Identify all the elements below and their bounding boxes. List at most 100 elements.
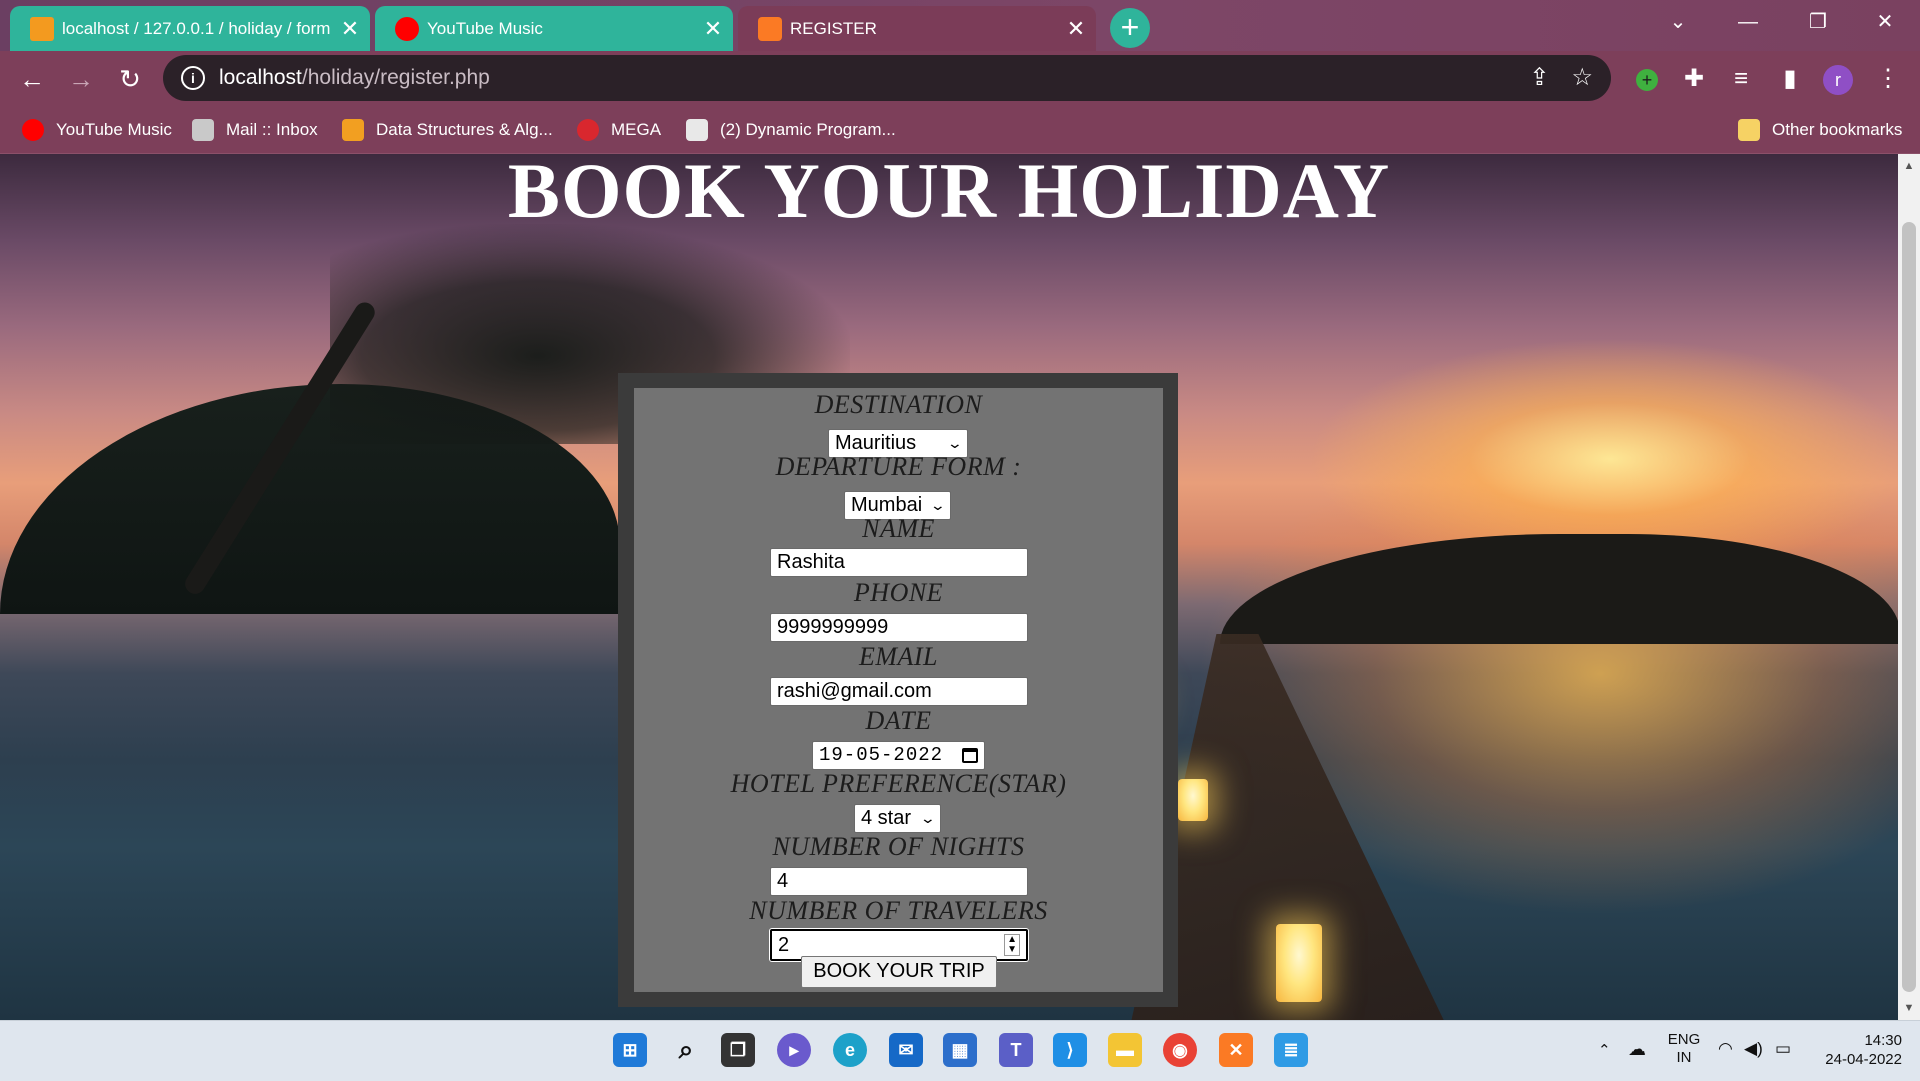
bookmark-mail-inbox[interactable]: Mail :: Inbox [192, 117, 318, 143]
phone-value: 9999999999 [777, 616, 889, 638]
language-indicator[interactable]: ENG IN [1665, 1031, 1703, 1067]
destination-label: DESTINATION [814, 390, 983, 419]
tab-title: localhost / 127.0.0.1 / holiday / form [62, 18, 330, 38]
language-line1: ENG [1667, 1031, 1701, 1048]
tab-register[interactable]: REGISTER ✕ [738, 6, 1096, 51]
tab-phpmyadmin[interactable]: localhost / 127.0.0.1 / holiday / form ✕ [10, 6, 370, 51]
bookmark-dynamic-programming[interactable]: (2) Dynamic Program... [686, 117, 896, 143]
mail-icon [192, 119, 214, 141]
number-spinner-icon[interactable]: ▲ ▼ [1004, 934, 1020, 956]
tab-title: REGISTER [790, 18, 877, 38]
teams-icon[interactable]: T [999, 1033, 1033, 1067]
scroll-thumb[interactable] [1902, 222, 1916, 992]
chrome-icon[interactable]: ◉ [1163, 1033, 1197, 1067]
tab-youtube-music[interactable]: YouTube Music ✕ [375, 6, 733, 51]
file-explorer-icon[interactable]: ▬ [1108, 1033, 1142, 1067]
xampp-icon [758, 16, 782, 41]
date-value: 19-05-2022 [819, 744, 944, 766]
page-scrollbar[interactable]: ▲ ▼ [1898, 154, 1920, 1020]
windows-taskbar: ⊞ ⌕ ❐ ▸ e ✉ ▦ T ⟩ ▬ ◉ ✕ ≣ ⌃ ☁ ENG IN ◠ ◀… [0, 1020, 1920, 1081]
vscode-icon[interactable]: ⟩ [1053, 1033, 1087, 1067]
background-lantern [1178, 779, 1208, 821]
travelers-value: 2 [778, 933, 790, 956]
edge-browser-icon[interactable]: e [833, 1033, 867, 1067]
tab-search-icon[interactable]: ⌄ [1643, 0, 1713, 44]
departure-label: DEPARTURE FORM : [775, 452, 1022, 481]
scroll-up-arrow-icon[interactable]: ▲ [1898, 156, 1920, 176]
show-hidden-icons-chevron-icon[interactable]: ⌃ [1598, 1041, 1611, 1059]
bookmark-star-icon[interactable]: ☆ [1571, 63, 1593, 92]
forward-arrow-icon[interactable]: → [63, 61, 99, 97]
extension-green-icon[interactable]: + [1629, 61, 1665, 97]
bookmark-label: MEGA [611, 120, 662, 139]
task-view-icon[interactable]: ❐ [721, 1033, 755, 1067]
hotel-preference-select[interactable]: 4 star ⌄ [854, 804, 941, 833]
youtube-music-icon [22, 119, 44, 141]
bookmark-data-structures[interactable]: Data Structures & Alg... [342, 117, 553, 143]
mail-app-icon[interactable]: ✉ [889, 1033, 923, 1067]
booking-form: DESTINATION Mauritius ⌄ DEPARTURE FORM :… [634, 388, 1163, 992]
nights-label: NUMBER OF NIGHTS [772, 832, 1025, 861]
bookmark-label: (2) Dynamic Program... [720, 120, 896, 139]
media-control-icon[interactable]: ≡ [1723, 61, 1759, 97]
clock-date: 24-04-2022 [1825, 1051, 1902, 1068]
scroll-down-arrow-icon[interactable]: ▼ [1898, 998, 1920, 1018]
travelers-label: NUMBER OF TRAVELERS [749, 896, 1048, 925]
hotel-preference-label: HOTEL PREFERENCE(STAR) [730, 769, 1067, 798]
xampp-icon[interactable]: ✕ [1219, 1033, 1253, 1067]
bookmark-label: Mail :: Inbox [226, 120, 318, 139]
bookmark-label: Other bookmarks [1772, 120, 1903, 139]
info-icon[interactable]: i [181, 66, 205, 90]
url-path: /holiday/register.php [301, 66, 490, 89]
email-input[interactable]: rashi@gmail.com [770, 677, 1028, 706]
other-bookmarks-folder[interactable]: Other bookmarks [1738, 117, 1902, 143]
phone-input[interactable]: 9999999999 [770, 613, 1028, 642]
extensions-puzzle-icon[interactable]: ✚ [1676, 61, 1712, 97]
battery-icon[interactable]: ▭ [1775, 1039, 1791, 1059]
name-label: NAME [862, 514, 935, 543]
wifi-icon[interactable]: ◠ [1718, 1039, 1733, 1059]
background-lantern [1276, 924, 1322, 1002]
store-icon[interactable]: ▦ [943, 1033, 977, 1067]
email-label: EMAIL [858, 642, 939, 671]
calendar-icon[interactable] [962, 748, 978, 763]
phpmyadmin-icon [30, 16, 54, 41]
close-window-button[interactable]: ✕ [1850, 0, 1920, 44]
address-bar[interactable]: i localhost/holiday/register.php ⇪ ☆ [163, 55, 1611, 101]
nights-input[interactable]: 4 [770, 867, 1028, 896]
close-icon[interactable]: ✕ [1056, 16, 1096, 42]
hotel-preference-value: 4 star [861, 807, 912, 829]
bookmark-label: YouTube Music [56, 120, 172, 139]
profile-avatar[interactable]: r [1820, 61, 1856, 97]
tab-bar: localhost / 127.0.0.1 / holiday / form ✕… [0, 0, 1920, 51]
volume-icon[interactable]: ◀) [1744, 1039, 1763, 1059]
name-input[interactable]: Rashita [770, 548, 1028, 577]
notepad-icon[interactable]: ≣ [1274, 1033, 1308, 1067]
chat-icon[interactable]: ▸ [777, 1033, 811, 1067]
menu-kebab-icon[interactable]: ⋮ [1870, 61, 1906, 97]
bookmark-mega[interactable]: MEGA [577, 117, 661, 143]
clock-time: 14:30 [1864, 1032, 1902, 1049]
reload-icon[interactable]: ↻ [112, 61, 148, 97]
side-panel-icon[interactable]: ▮ [1772, 61, 1808, 97]
search-icon[interactable]: ⌕ [669, 1033, 703, 1067]
bookmark-label: Data Structures & Alg... [376, 120, 553, 139]
date-label: DATE [865, 706, 932, 735]
close-icon[interactable]: ✕ [330, 16, 370, 42]
windows-start-icon[interactable]: ⊞ [613, 1033, 647, 1067]
booking-form-panel: DESTINATION Mauritius ⌄ DEPARTURE FORM :… [618, 373, 1178, 1007]
browser-toolbar: ← → ↻ i localhost/holiday/register.php ⇪… [0, 51, 1920, 107]
onedrive-icon[interactable]: ☁ [1628, 1039, 1646, 1060]
clock[interactable]: 14:30 24-04-2022 [1810, 1031, 1902, 1069]
minimize-button[interactable]: — [1713, 0, 1783, 44]
codechef-icon [686, 119, 708, 141]
back-arrow-icon[interactable]: ← [14, 61, 50, 97]
close-icon[interactable]: ✕ [693, 16, 733, 42]
date-input[interactable]: 19-05-2022 [812, 741, 985, 770]
share-icon[interactable]: ⇪ [1529, 63, 1549, 92]
gfg-icon [342, 119, 364, 141]
book-your-trip-button[interactable]: BOOK YOUR TRIP [801, 956, 997, 988]
bookmark-youtube-music[interactable]: YouTube Music [22, 117, 172, 143]
restore-button[interactable]: ❐ [1783, 0, 1853, 44]
new-tab-button[interactable]: + [1110, 8, 1150, 48]
